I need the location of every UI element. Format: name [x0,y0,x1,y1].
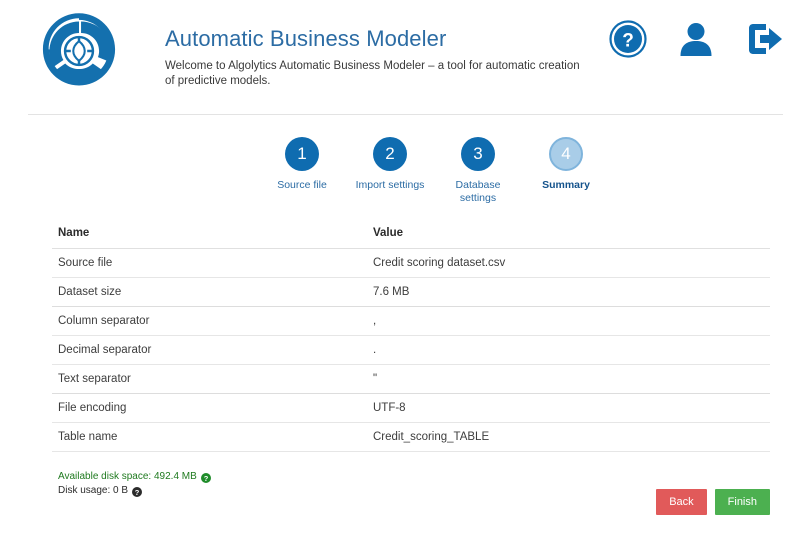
stepper-step-3[interactable]: 3 Database settings [434,137,522,205]
row-name: Decimal separator [52,335,367,365]
row-value: " [367,364,770,394]
disk-info: Available disk space: 492.4 MB ? Disk us… [58,470,211,498]
stepper-step-4[interactable]: 4 Summary [522,137,610,205]
table-row: Dataset size 7.6 MB [52,277,770,307]
available-disk-space-label: Available disk space: 492.4 MB [58,471,197,482]
row-value: 7.6 MB [367,277,770,307]
help-circle-icon[interactable]: ? [132,487,143,497]
column-header-name: Name [52,223,367,249]
step-label: Summary [542,179,590,191]
row-value: , [367,306,770,336]
algolytics-circular-logo-icon [38,10,120,92]
step-number: 3 [461,137,495,171]
footer-buttons: Back Finish [656,489,770,515]
table-row: Source file Credit scoring dataset.csv [52,248,770,278]
disk-usage-label: Disk usage: 0 B [58,485,129,496]
table-row: Decimal separator . [52,335,770,365]
stepper-step-1[interactable]: 1 Source file [258,137,346,205]
finish-button[interactable]: Finish [714,489,770,515]
row-value: . [367,335,770,365]
table-row: File encoding UTF-8 [52,393,770,423]
help-circle-icon[interactable]: ? [200,473,211,483]
row-value: UTF-8 [367,393,770,423]
row-value: Credit scoring dataset.csv [367,248,770,278]
title-block: Automatic Business Modeler Welcome to Al… [165,26,585,89]
table-row: Column separator , [52,306,770,336]
table-header-row: Name Value [52,223,770,249]
header-divider [28,114,783,115]
step-number: 2 [373,137,407,171]
step-label: Database settings [455,179,501,204]
page-footer: Available disk space: 492.4 MB ? Disk us… [0,470,811,540]
svg-text:?: ? [135,488,140,497]
step-label: Import settings [355,179,425,191]
wizard-stepper: 1 Source file 2 Import settings 3 Databa… [0,137,811,205]
table-row: Text separator " [52,364,770,394]
available-disk-space-line: Available disk space: 492.4 MB ? [58,470,211,484]
row-name: File encoding [52,393,367,423]
user-icon[interactable] [675,18,717,60]
svg-text:?: ? [204,474,209,483]
svg-text:?: ? [622,31,634,52]
page-header: Automatic Business Modeler Welcome to Al… [0,0,811,115]
summary-table-wrap: Name Value Source file Credit scoring da… [52,223,770,452]
row-name: Source file [52,248,367,278]
header-icon-group: ? [607,18,785,60]
row-name: Dataset size [52,277,367,307]
step-label: Source file [277,179,327,191]
summary-table: Name Value Source file Credit scoring da… [52,223,770,452]
table-row: Table name Credit_scoring_TABLE [52,422,770,452]
stepper-step-2[interactable]: 2 Import settings [346,137,434,205]
page-subtitle: Welcome to Algolytics Automatic Business… [165,60,580,87]
page-title: Automatic Business Modeler [165,26,447,51]
row-name: Table name [52,422,367,452]
logout-icon[interactable] [743,18,785,60]
row-value: Credit_scoring_TABLE [367,422,770,452]
back-button[interactable]: Back [656,489,707,515]
step-number: 4 [549,137,583,171]
help-icon[interactable]: ? [607,18,649,60]
column-header-value: Value [367,223,770,249]
disk-usage-line: Disk usage: 0 B ? [58,484,211,498]
row-name: Column separator [52,306,367,336]
step-number: 1 [285,137,319,171]
row-name: Text separator [52,364,367,394]
